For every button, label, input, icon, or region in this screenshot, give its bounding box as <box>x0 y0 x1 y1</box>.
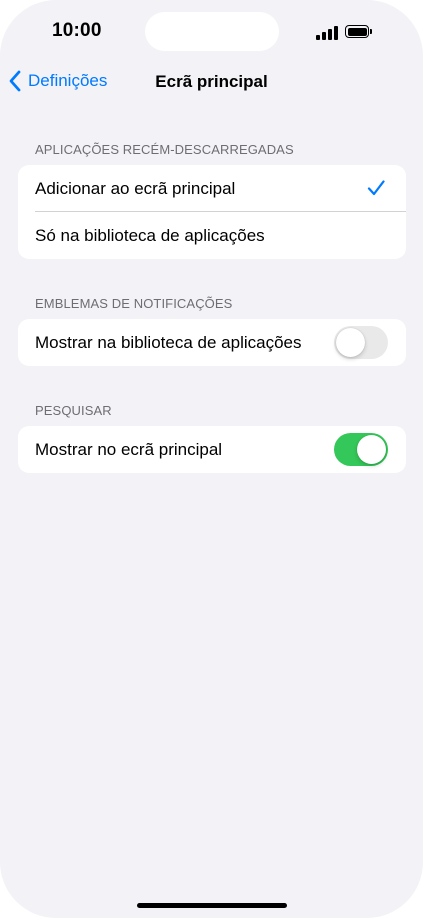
option-label: Adicionar ao ecrã principal <box>35 178 236 198</box>
status-bar: 10:00 <box>0 0 423 64</box>
row-label: Mostrar na biblioteca de aplicações <box>35 332 302 352</box>
option-app-library-only[interactable]: Só na biblioteca de aplicações <box>18 212 406 259</box>
home-indicator[interactable] <box>137 903 287 908</box>
option-add-to-home-screen[interactable]: Adicionar ao ecrã principal <box>18 165 406 212</box>
phone-screen: 10:00 Definições Ecrã principal APLICAÇÕ… <box>0 0 423 918</box>
battery-tip <box>370 29 372 34</box>
notification-badges-group: Mostrar na biblioteca de aplicações <box>18 319 406 366</box>
show-on-home-screen-row: Mostrar no ecrã principal <box>18 426 406 473</box>
battery-icon <box>345 25 369 38</box>
section-header-notification-badges: EMBLEMAS DE NOTIFICAÇÕES <box>35 296 233 311</box>
search-group: Mostrar no ecrã principal <box>18 426 406 473</box>
checkmark-icon <box>367 180 385 196</box>
status-time: 10:00 <box>52 20 102 41</box>
dynamic-island <box>145 12 279 51</box>
navigation-bar: Definições Ecrã principal <box>0 62 423 102</box>
show-in-app-library-row: Mostrar na biblioteca de aplicações <box>18 319 406 366</box>
toggle-knob <box>357 435 386 464</box>
cellular-signal-icon <box>316 26 338 40</box>
page-title-text: Ecrã principal <box>155 72 268 91</box>
toggle-knob <box>336 328 365 357</box>
show-on-home-screen-toggle[interactable] <box>334 433 388 466</box>
new-apps-group: Adicionar ao ecrã principal Só na biblio… <box>18 165 406 259</box>
section-header-new-apps: APLICAÇÕES RECÉM-DESCARREGADAS <box>35 142 294 157</box>
row-label: Mostrar no ecrã principal <box>35 439 223 459</box>
option-label: Só na biblioteca de aplicações <box>35 225 265 245</box>
show-in-app-library-toggle[interactable] <box>334 326 388 359</box>
page-title: Ecrã principal <box>0 72 423 92</box>
section-header-search: PESQUISAR <box>35 403 112 418</box>
